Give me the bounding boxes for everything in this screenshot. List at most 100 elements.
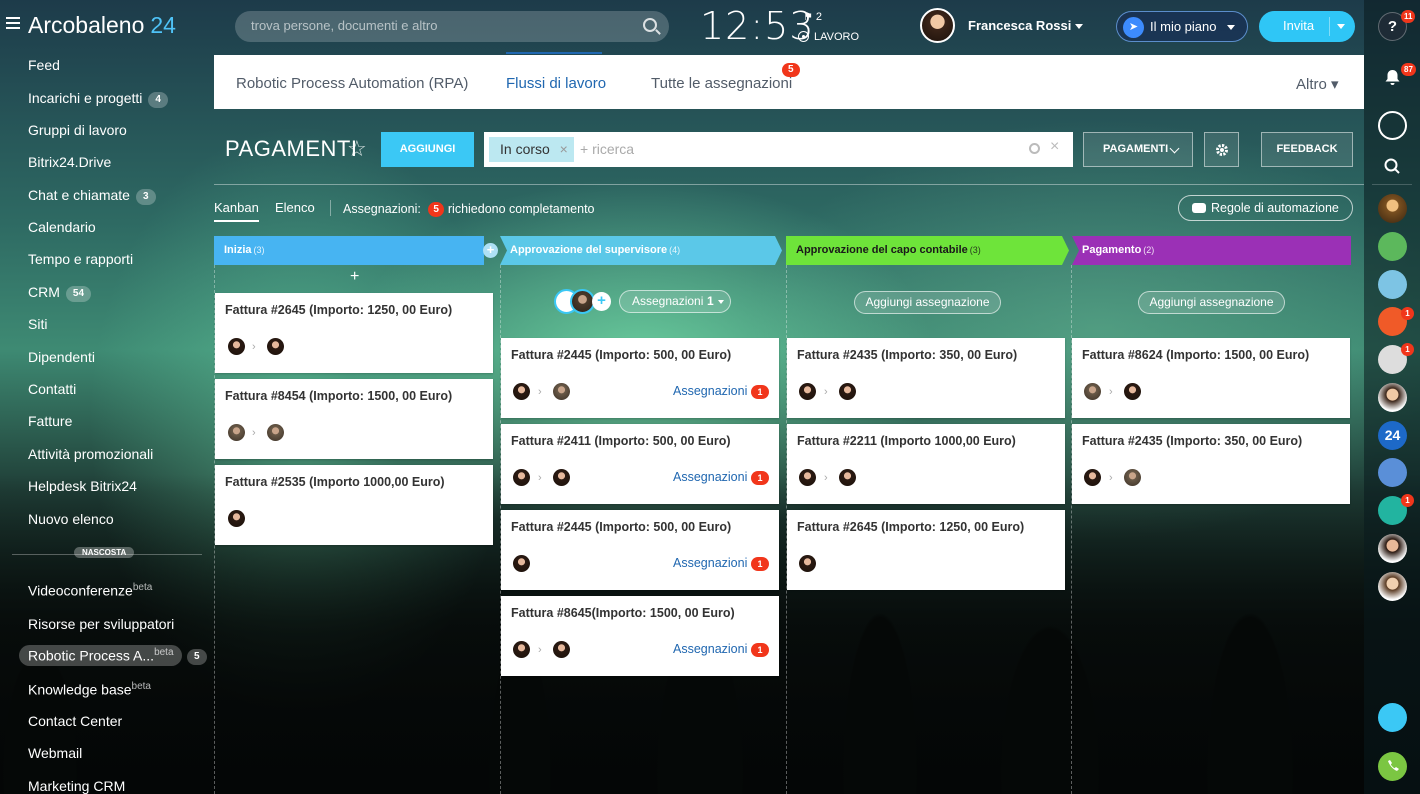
b24-icon[interactable]: 24 <box>1378 421 1407 450</box>
chat-icon[interactable] <box>1378 111 1407 140</box>
column-title: Approvazione del supervisore <box>510 244 668 256</box>
contact-avatar[interactable] <box>1378 383 1407 412</box>
star-icon[interactable]: ☆ <box>347 136 367 162</box>
search-icon[interactable] <box>1378 152 1407 181</box>
global-search[interactable] <box>235 11 669 42</box>
sidebar-item-tasks[interactable]: Incarichi e progetti 4 <box>28 90 168 108</box>
contact-avatar[interactable] <box>1378 572 1407 601</box>
column-header-supervisor[interactable]: Approvazione del supervisore (4) <box>500 236 782 265</box>
sidebar-item-new-list[interactable]: Nuovo elenco <box>28 511 114 527</box>
sidebar-item-workgroups[interactable]: Gruppi di lavoro <box>28 122 127 138</box>
sidebar-item-marketing[interactable]: Marketing CRM <box>28 778 125 794</box>
kanban-card[interactable]: Fattura #8624 (Importo: 1500, 00 Euro) › <box>1072 338 1350 418</box>
search-icon[interactable] <box>1029 143 1040 154</box>
sidebar-item-label: Contatti <box>28 381 77 397</box>
user-avatar <box>513 641 530 658</box>
filter-chip[interactable]: In corso × <box>489 137 574 162</box>
preset-button[interactable]: PAGAMENTI <box>1083 132 1193 167</box>
close-icon[interactable]: × <box>560 137 568 162</box>
sidebar-item-helpdesk[interactable]: Helpdesk Bitrix24 <box>28 478 137 494</box>
sidebar-item-contact-center[interactable]: Contact Center <box>28 713 122 729</box>
sidebar-item-contacts[interactable]: Contatti <box>28 381 76 397</box>
work-status[interactable]: LAVORO <box>798 31 859 43</box>
open-channel-icon[interactable] <box>1378 270 1407 299</box>
kanban-card[interactable]: Fattura #2645 (Importo: 1250, 00 Euro) › <box>215 293 493 373</box>
logo[interactable]: Arcobaleno 24 <box>28 12 176 39</box>
contact-avatar[interactable] <box>1378 534 1407 563</box>
sidebar-item-developer-resources[interactable]: Risorse per sviluppatori <box>28 616 174 632</box>
invite-button[interactable]: Invita <box>1259 11 1355 42</box>
add-assignment-button[interactable]: Aggiungi assegnazione <box>1138 291 1285 314</box>
kanban-card[interactable]: Fattura #8454 (Importo: 1500, 00 Euro) › <box>215 379 493 459</box>
view-list-tab[interactable]: Elenco <box>275 200 315 215</box>
kanban-card[interactable]: Fattura #8645(Importo: 1500, 00 Euro) › … <box>501 596 779 676</box>
sidebar-item-time[interactable]: Tempo e rapporti <box>28 251 133 267</box>
flag-counter[interactable]: ⚑ 2 <box>803 10 822 23</box>
column-header-start[interactable]: Inizia (3) <box>214 236 484 265</box>
assignments-link[interactable]: Assegnazioni <box>673 556 747 570</box>
column-header-payment[interactable]: Pagamento (2) <box>1072 236 1351 265</box>
assignments-link[interactable]: Assegnazioni <box>673 384 747 398</box>
search-icon[interactable] <box>643 18 657 32</box>
contact-avatar[interactable] <box>1378 194 1407 223</box>
kanban-card[interactable]: Fattura #2645 (Importo: 1250, 00 Euro) <box>787 510 1065 590</box>
user-avatar <box>1124 469 1141 486</box>
add-button[interactable]: AGGIUNGI <box>381 132 474 167</box>
kanban-card[interactable]: Fattura #2435 (Importo: 350, 00 Euro) › <box>1072 424 1350 504</box>
tab-more[interactable]: Altro ▾ <box>1296 75 1339 93</box>
menu-icon[interactable] <box>6 17 20 29</box>
view-kanban-tab[interactable]: Kanban <box>214 200 259 222</box>
sidebar-item-knowledge-base[interactable]: Knowledge basebeta <box>28 681 151 698</box>
supervisor-assignments-dropdown[interactable]: Assegnazioni 1 <box>619 290 731 313</box>
filter-bar[interactable]: In corso × × <box>484 132 1073 167</box>
search-input[interactable] <box>251 18 631 33</box>
settings-button[interactable] <box>1204 132 1239 167</box>
kanban-card[interactable]: Fattura #2411 (Importo: 500, 00 Euro) › … <box>501 424 779 504</box>
kanban-card[interactable]: Fattura #2445 (Importo: 500, 00 Euro) As… <box>501 510 779 590</box>
column-header-chief-accountant[interactable]: Approvazione del capo contabile (3) <box>786 236 1069 265</box>
sidebar-item-sites[interactable]: Siti <box>28 316 47 332</box>
record-icon <box>798 31 809 42</box>
hidden-section-label[interactable]: NASCOSTA <box>74 547 135 558</box>
sidebar-item-chat[interactable]: Chat e chiamate 3 <box>28 187 156 205</box>
sidebar-item-webmail[interactable]: Webmail <box>28 745 82 761</box>
sidebar-item-feed[interactable]: Feed <box>28 57 60 73</box>
add-column-icon[interactable]: + <box>483 243 498 258</box>
tab-workflows[interactable]: Flussi di lavoro <box>506 75 606 92</box>
sidebar-item-calendar[interactable]: Calendario <box>28 219 96 235</box>
sidebar-item-crm[interactable]: CRM 54 <box>28 284 92 302</box>
add-card-icon[interactable]: + <box>350 268 359 286</box>
kanban-card[interactable]: Fattura #2535 (Importo 1000,00 Euro) <box>215 465 493 545</box>
timeman-icon[interactable] <box>1378 703 1407 732</box>
add-assignment-button[interactable]: Aggiungi assegnazione <box>854 291 1001 314</box>
add-user-icon[interactable]: + <box>592 292 611 311</box>
sidebar-item-drive[interactable]: Bitrix24.Drive <box>28 154 111 170</box>
user-name[interactable]: Francesca Rossi <box>968 18 1071 33</box>
user-group-icon[interactable] <box>1378 232 1407 261</box>
close-icon[interactable]: × <box>1050 138 1059 156</box>
chevron-down-icon[interactable] <box>1337 24 1345 29</box>
sidebar-item-employees[interactable]: Dipendenti <box>28 349 95 365</box>
filter-search-input[interactable] <box>580 141 980 157</box>
feedback-button[interactable]: FEEDBACK <box>1261 132 1353 167</box>
column-title: Inizia <box>224 244 252 256</box>
sidebar-item-promotions[interactable]: Attività promozionali <box>28 446 153 462</box>
kanban-card[interactable]: Fattura #2211 (Importo 1000,00 Euro) › <box>787 424 1065 504</box>
flag-count: 2 <box>815 11 823 23</box>
tab-rpa[interactable]: Robotic Process Automation (RPA) <box>236 75 468 92</box>
automation-rules-button[interactable]: Regole di automazione <box>1178 195 1353 221</box>
assignments-link[interactable]: Assegnazioni <box>673 470 747 484</box>
sidebar-item-videoconference[interactable]: Videoconferenzebeta <box>28 582 152 599</box>
group-chat-icon[interactable] <box>1378 458 1407 487</box>
assignments-summary[interactable]: Assegnazioni: 5 richiedono completamento <box>343 202 595 217</box>
chevron-down-icon[interactable] <box>1075 24 1083 29</box>
my-plan-button[interactable]: ➤ Il mio piano <box>1116 11 1248 42</box>
sidebar-item-rpa[interactable]: Robotic Process A...beta <box>19 645 182 666</box>
kanban-card[interactable]: Fattura #2435 (Importo: 350, 00 Euro) › <box>787 338 1065 418</box>
phone-icon[interactable] <box>1378 752 1407 781</box>
assignments-link[interactable]: Assegnazioni <box>673 642 747 656</box>
user-avatar[interactable] <box>920 8 955 43</box>
kanban-card[interactable]: Fattura #2445 (Importo: 500, 00 Euro) › … <box>501 338 779 418</box>
sidebar-item-invoices[interactable]: Fatture <box>28 413 72 429</box>
tab-all-assignments[interactable]: Tutte le assegnazioni <box>651 75 792 92</box>
